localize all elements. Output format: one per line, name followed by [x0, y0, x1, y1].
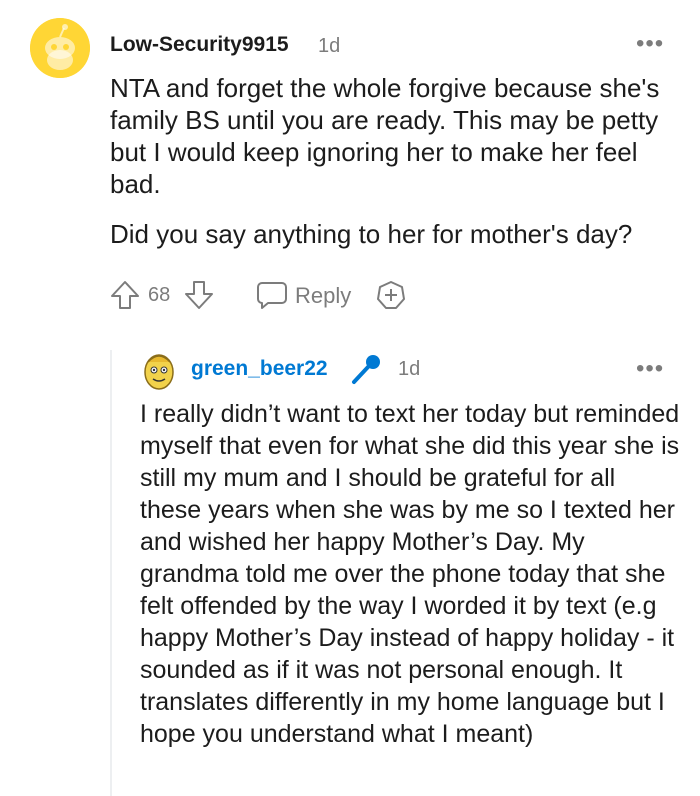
comment-timestamp: 1d [318, 35, 341, 57]
reply-icon[interactable] [254, 278, 290, 317]
reply-author[interactable]: green_beer22 [191, 357, 328, 381]
avatar[interactable] [140, 348, 178, 392]
thread-line[interactable] [110, 350, 112, 796]
comment-body: NTA and forget the whole forgive because… [110, 72, 670, 268]
comment-actions: 68 Reply [108, 278, 428, 314]
comment-author[interactable]: Low-Security9915 [110, 33, 289, 57]
avatar[interactable] [30, 18, 90, 78]
snoo-avatar-icon [30, 18, 90, 78]
microphone-icon [348, 352, 384, 393]
comment-paragraph: NTA and forget the whole forgive because… [110, 73, 660, 199]
comment-paragraph: Did you say anything to her for mother's… [110, 219, 633, 249]
reply-button[interactable]: Reply [295, 283, 351, 309]
snoo-avatar-icon [144, 354, 174, 390]
more-options-icon[interactable]: ••• [636, 357, 664, 381]
downvote-icon[interactable] [182, 278, 216, 317]
award-icon[interactable] [374, 278, 408, 317]
reply-body: I really didn’t want to text her today b… [140, 400, 680, 748]
vote-count: 68 [148, 284, 171, 306]
more-options-icon[interactable]: ••• [636, 32, 664, 56]
reply-timestamp: 1d [398, 358, 421, 380]
upvote-icon[interactable] [108, 278, 142, 317]
